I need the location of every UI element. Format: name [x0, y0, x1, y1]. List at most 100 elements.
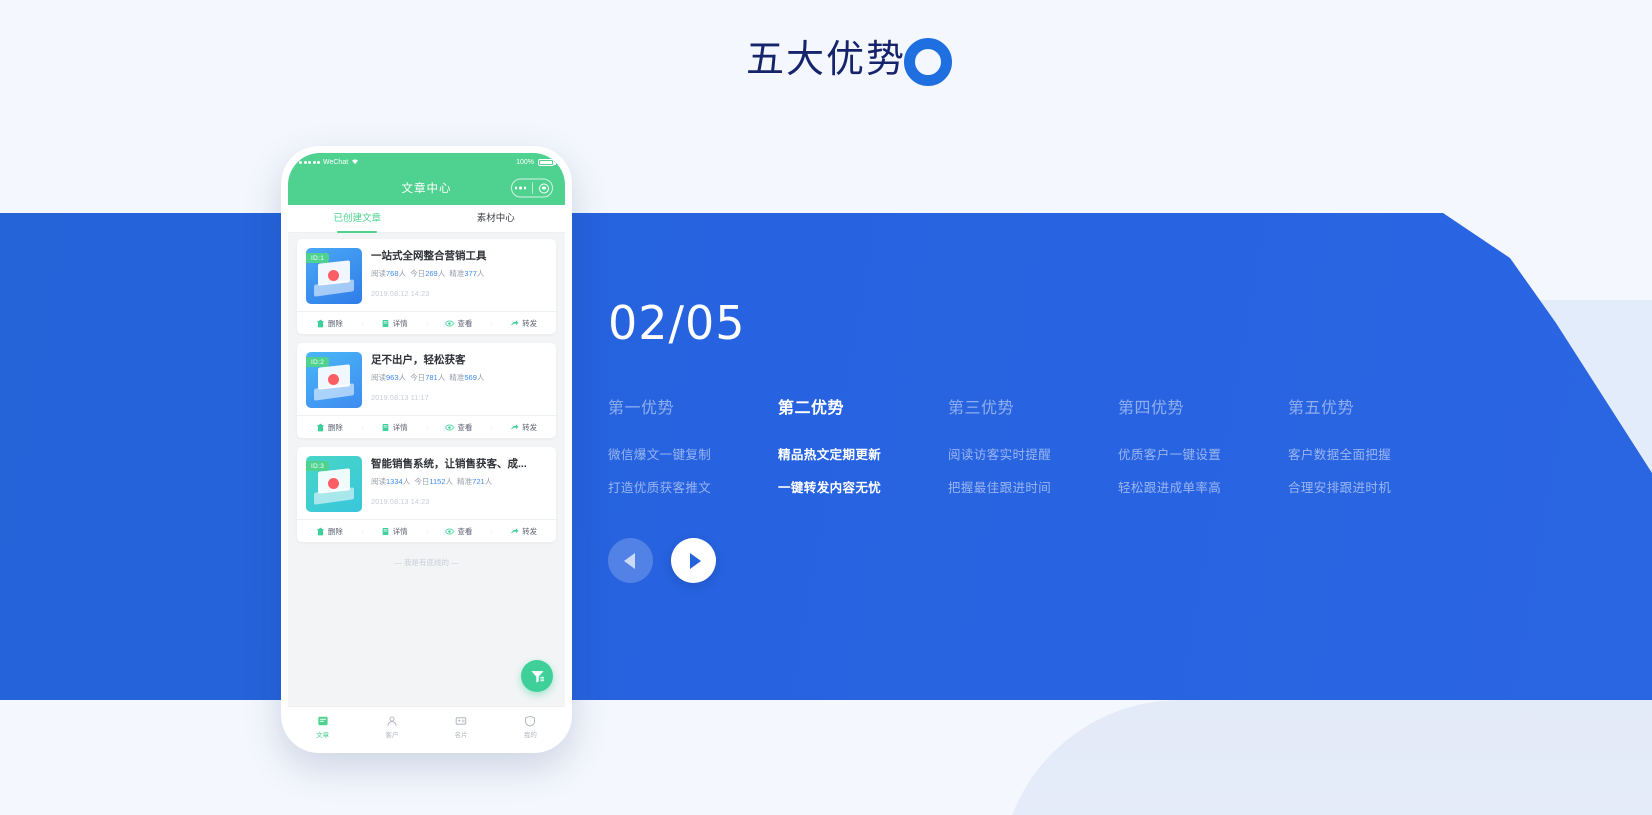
stat-unit: 人	[476, 269, 485, 278]
article-action-view[interactable]: 查看	[426, 526, 492, 537]
article-action-delete[interactable]: 删除	[297, 526, 362, 537]
phone-screen: WeChat 100% 文章中心 已创建文章 素材中心 ID:1 一站式全网整合…	[288, 153, 565, 746]
article-meta: 智能销售系统，让销售获客、成... 阅读1334人 今日1152人 精准721人…	[362, 456, 547, 512]
eye-icon	[445, 320, 455, 326]
user-icon	[387, 715, 397, 726]
stat-unit: 人	[398, 269, 407, 278]
phone-tab-created-articles[interactable]: 已创建文章	[288, 205, 427, 233]
article-action-view[interactable]: 查看	[426, 422, 492, 433]
article-action-detail[interactable]: 详情	[361, 526, 427, 537]
target-circle-icon[interactable]	[539, 183, 550, 193]
phone-tab-material-center[interactable]: 素材中心	[427, 205, 566, 233]
article-stats: 阅读963人 今日781人 精准569人	[371, 372, 547, 383]
article-card-body: ID:1 一站式全网整合营销工具 阅读768人 今日269人 精准377人 20…	[297, 239, 556, 311]
share-arrow-icon	[511, 319, 519, 326]
article-action-detail[interactable]: 详情	[361, 318, 427, 329]
share-arrow-icon	[511, 423, 519, 430]
eye-icon	[445, 424, 455, 430]
action-label: 查看	[457, 318, 473, 328]
article-icon	[317, 716, 328, 725]
article-thumbnail: ID:2	[306, 352, 362, 408]
article-action-view[interactable]: 查看	[426, 318, 492, 329]
advantage-columns: 第一优势 微信爆文一键复制 打造优质获客推文 第二优势 精品热文定期更新 一键转…	[608, 394, 1608, 510]
article-title: 智能销售系统，让销售获客、成...	[371, 458, 527, 470]
page-title: 五大优势	[746, 28, 952, 86]
advantage-column-2[interactable]: 第二优势 精品热文定期更新 一键转发内容无忧	[778, 394, 948, 510]
stat-value: 768	[386, 269, 399, 278]
document-icon	[382, 423, 388, 431]
phone-article-list[interactable]: ID:1 一站式全网整合营销工具 阅读768人 今日269人 精准377人 20…	[288, 233, 565, 706]
advantage-heading: 第三优势	[948, 400, 1015, 417]
phone-tab-label: 已创建文章	[333, 212, 381, 224]
action-label: 详情	[392, 318, 408, 328]
stat-label: 阅读	[371, 269, 386, 278]
status-bar-right: 100%	[516, 158, 556, 166]
article-action-row: 删除 详情 查看 转发	[297, 519, 556, 542]
action-label: 详情	[392, 422, 408, 432]
article-card[interactable]: ID:2 足不出户，轻松获客 阅读963人 今日781人 精准569人 2019…	[297, 343, 556, 438]
wechat-capsule-menu[interactable]	[511, 178, 553, 198]
carrier-label: WeChat	[323, 158, 349, 166]
stat-unit: 人	[476, 373, 485, 382]
stat-label: 今日	[414, 477, 430, 486]
stat-unit: 人	[398, 373, 407, 382]
stat-label: 精准	[457, 477, 473, 486]
stat-value: 1334	[386, 477, 403, 486]
advantage-line: 微信爆文一键复制	[608, 448, 712, 462]
action-label: 转发	[522, 526, 538, 536]
article-meta: 足不出户，轻松获客 阅读963人 今日781人 精准569人 2019.08.1…	[362, 352, 547, 408]
stat-label: 今日	[410, 269, 426, 278]
thumb-shape	[328, 374, 339, 385]
advantage-line: 合理安排跟进时机	[1288, 481, 1392, 495]
trash-icon	[317, 423, 324, 431]
wifi-icon	[351, 158, 359, 167]
carousel-navigation	[608, 538, 1608, 583]
tabbar-item-namecard[interactable]: 名片	[427, 715, 496, 739]
article-action-forward[interactable]: 转发	[491, 422, 556, 433]
capsule-divider	[532, 182, 534, 194]
advantage-column-1[interactable]: 第一优势 微信爆文一键复制 打造优质获客推文	[608, 394, 778, 510]
advantage-column-3[interactable]: 第三优势 阅读访客实时提醒 把握最佳跟进时间	[948, 394, 1118, 510]
carousel-next-button[interactable]	[671, 538, 716, 583]
article-action-delete[interactable]: 删除	[297, 422, 362, 433]
article-action-delete[interactable]: 删除	[297, 318, 362, 329]
stat-unit: 人	[437, 269, 446, 278]
article-date: 2019.08.12 14:23	[371, 289, 430, 298]
background-shape-bottom	[1000, 700, 1652, 815]
article-action-detail[interactable]: 详情	[361, 422, 427, 433]
filter-fab-button[interactable]	[521, 660, 553, 692]
advantage-heading: 第一优势	[608, 400, 675, 417]
article-thumbnail: ID:3	[306, 456, 362, 512]
advantage-line: 把握最佳跟进时间	[948, 481, 1052, 495]
article-card[interactable]: ID:3 智能销售系统，让销售获客、成... 阅读1334人 今日1152人 精…	[297, 447, 556, 542]
thumb-shape	[328, 478, 339, 489]
advantage-heading: 第五优势	[1288, 400, 1355, 417]
tabbar-item-article[interactable]: 文章	[288, 715, 357, 739]
article-action-forward[interactable]: 转发	[491, 526, 556, 537]
advantages-carousel: 02/05 第一优势 微信爆文一键复制 打造优质获客推文 第二优势 精品热文定期…	[608, 300, 1608, 583]
advantage-line: 客户数据全面把握	[1288, 448, 1392, 462]
article-stats: 阅读768人 今日269人 精准377人	[371, 268, 547, 279]
more-dots-icon[interactable]	[514, 186, 527, 190]
stat-unit: 人	[402, 477, 411, 486]
advantage-column-5[interactable]: 第五优势 客户数据全面把握 合理安排跟进时机	[1288, 394, 1458, 510]
stat-value: 269	[425, 269, 438, 278]
article-card[interactable]: ID:1 一站式全网整合营销工具 阅读768人 今日269人 精准377人 20…	[297, 239, 556, 334]
article-title: 足不出户，轻松获客	[371, 354, 466, 366]
battery-icon	[538, 158, 556, 166]
tabbar-item-profile[interactable]: 我的	[496, 715, 565, 739]
phone-tab-label: 素材中心	[476, 212, 515, 224]
advantage-column-4[interactable]: 第四优势 优质客户一键设置 轻松跟进成单率高	[1118, 394, 1288, 510]
eye-icon	[445, 528, 455, 534]
article-id-badge: ID:2	[306, 357, 330, 367]
stat-label: 阅读	[371, 373, 386, 382]
carousel-prev-button[interactable]	[608, 538, 653, 583]
profile-icon	[525, 715, 536, 727]
article-id-badge: ID:1	[306, 253, 330, 263]
stat-value: 569	[464, 373, 477, 382]
card-icon	[455, 716, 467, 725]
tabbar-item-customer[interactable]: 客户	[357, 715, 426, 739]
article-action-forward[interactable]: 转发	[491, 318, 556, 329]
stat-value: 963	[386, 373, 399, 382]
article-stats: 阅读1334人 今日1152人 精准721人	[371, 476, 547, 487]
